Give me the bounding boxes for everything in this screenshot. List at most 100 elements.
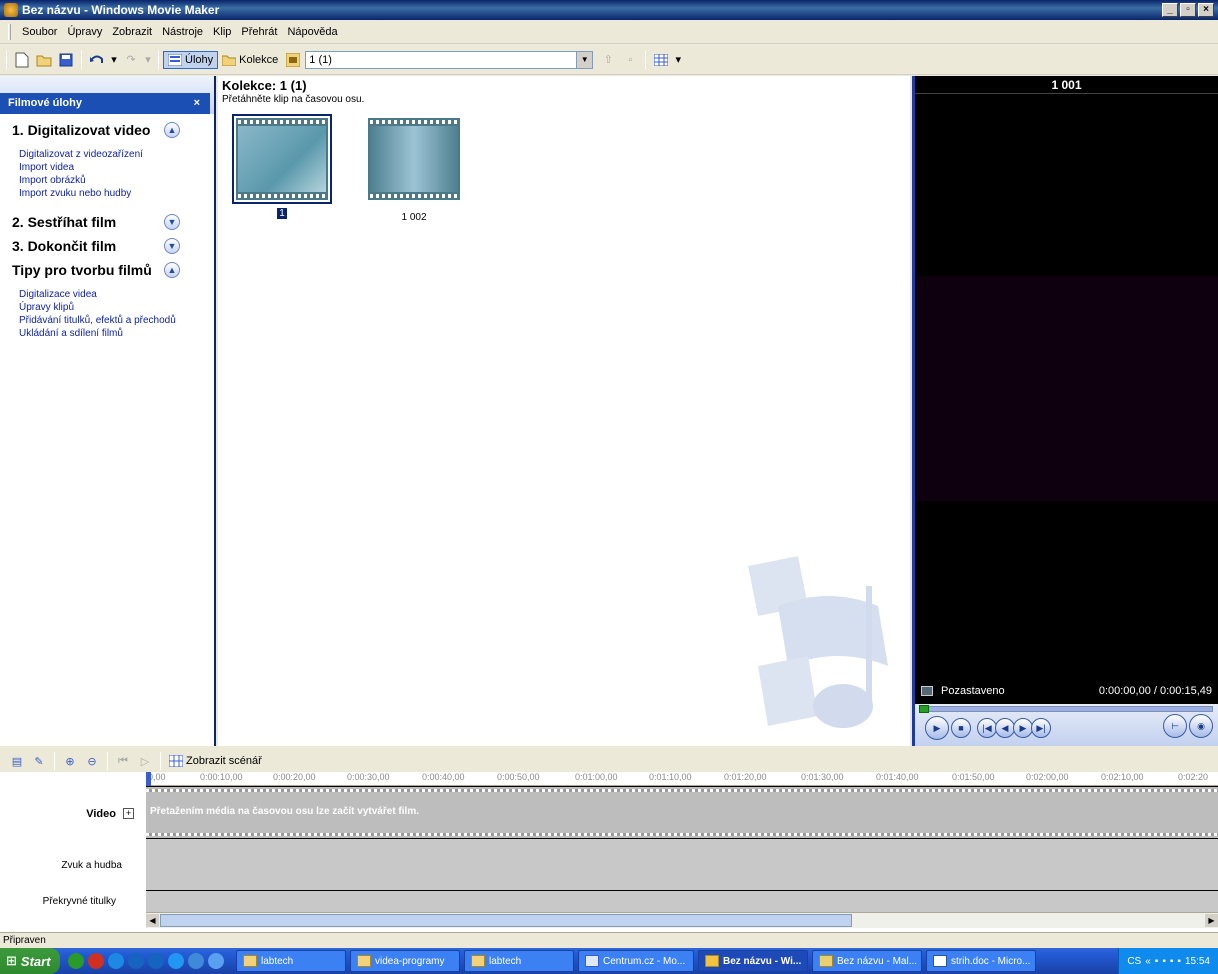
undo-icon[interactable]: [88, 51, 106, 69]
section-finish-movie[interactable]: 3. Dokončit film ▼: [0, 234, 214, 258]
rewind-icon[interactable]: |◀: [977, 718, 997, 738]
link-capture-from-device[interactable]: Digitalizovat z videozařízení: [0, 148, 214, 161]
menu-tools[interactable]: Nástroje: [157, 26, 208, 38]
clip-thumbnail[interactable]: [368, 118, 460, 200]
menu-file[interactable]: Soubor: [17, 26, 62, 38]
collections-button[interactable]: Kolekce: [218, 52, 282, 68]
zoom-out-icon[interactable]: ⊖: [83, 752, 101, 770]
chevron-down-icon[interactable]: ▼: [164, 214, 180, 230]
scroll-right-icon[interactable]: ▶: [1205, 914, 1218, 927]
show-storyboard-button[interactable]: Zobrazit scénář: [165, 753, 266, 769]
track-label-video: Video: [86, 808, 116, 820]
menu-help[interactable]: Nápověda: [282, 26, 342, 38]
app-icon: [4, 3, 18, 17]
taskbar-item[interactable]: Bez názvu - Mal...: [812, 950, 922, 972]
narrate-icon[interactable]: ✎: [30, 752, 48, 770]
audio-track[interactable]: [146, 838, 1218, 890]
video-track[interactable]: Přetažením média na časovou osu lze začí…: [146, 786, 1218, 838]
redo-icon[interactable]: ↷: [122, 51, 140, 69]
quicklaunch-icon[interactable]: [148, 953, 164, 969]
link-tip-save-share[interactable]: Ukládání a sdílení filmů: [0, 327, 214, 340]
redo-dropdown-icon[interactable]: ▾: [144, 51, 152, 69]
title-overlay-track[interactable]: [146, 890, 1218, 914]
menu-play[interactable]: Přehrát: [236, 26, 282, 38]
taskbar-item[interactable]: labtech: [236, 950, 346, 972]
tray-icon[interactable]: ▪: [1170, 956, 1174, 967]
timeline-scrollbar[interactable]: ◀ ▶: [146, 912, 1218, 928]
quicklaunch-icon[interactable]: [208, 953, 224, 969]
link-import-pictures[interactable]: Import obrázků: [0, 174, 214, 187]
chevron-left-icon[interactable]: «: [1145, 956, 1151, 967]
expand-icon[interactable]: +: [123, 808, 134, 819]
quicklaunch-icon[interactable]: [108, 953, 124, 969]
play-timeline-icon[interactable]: ▷: [136, 752, 154, 770]
minimize-button[interactable]: _: [1162, 3, 1178, 17]
menu-clip[interactable]: Klip: [208, 26, 236, 38]
tray-icon[interactable]: ▪: [1155, 956, 1159, 967]
views-dropdown-icon[interactable]: ▾: [674, 51, 682, 69]
quicklaunch-icon[interactable]: [128, 953, 144, 969]
zoom-in-icon[interactable]: ⊕: [61, 752, 79, 770]
taskbar-item[interactable]: strih.doc - Micro...: [926, 950, 1036, 972]
rewind-timeline-icon[interactable]: ⏮: [114, 752, 132, 770]
tray-icon[interactable]: ▪: [1162, 956, 1166, 967]
menu-view[interactable]: Zobrazit: [107, 26, 157, 38]
close-icon[interactable]: ×: [194, 93, 200, 114]
new-collection-icon[interactable]: ▫: [621, 51, 639, 69]
views-icon[interactable]: [652, 51, 670, 69]
chevron-down-icon[interactable]: ▼: [576, 51, 593, 68]
play-icon[interactable]: ▶: [925, 716, 949, 740]
fast-forward-icon[interactable]: ▶|: [1031, 718, 1051, 738]
link-import-video[interactable]: Import videa: [0, 161, 214, 174]
language-icon[interactable]: CS: [1127, 956, 1141, 967]
restore-button[interactable]: ▫: [1180, 3, 1196, 17]
seek-bar[interactable]: [919, 705, 1213, 713]
quicklaunch-icon[interactable]: [68, 953, 84, 969]
save-icon[interactable]: [57, 51, 75, 69]
section-edit-movie[interactable]: 2. Sestříhat film ▼: [0, 210, 214, 234]
link-tip-edit-clips[interactable]: Úpravy klipů: [0, 301, 214, 314]
link-tip-titles-effects[interactable]: Přidávání titulků, efektů a přechodů: [0, 314, 214, 327]
taskbar-item[interactable]: videa-programy: [350, 950, 460, 972]
next-frame-icon[interactable]: ▶: [1013, 718, 1033, 738]
link-import-audio[interactable]: Import zvuku nebo hudby: [0, 187, 214, 200]
scroll-left-icon[interactable]: ◀: [146, 914, 159, 927]
clip-label[interactable]: 1 002: [368, 212, 460, 223]
stop-icon[interactable]: ■: [951, 718, 971, 738]
collection-selector[interactable]: 1 (1) ▼: [282, 49, 597, 71]
chevron-up-icon[interactable]: ▲: [164, 262, 180, 278]
start-button[interactable]: ⊞ Start: [0, 948, 60, 974]
undo-dropdown-icon[interactable]: ▾: [110, 51, 118, 69]
playhead[interactable]: [146, 772, 151, 786]
seek-handle[interactable]: [919, 705, 929, 713]
storyboard-icon[interactable]: ▤: [8, 752, 26, 770]
quicklaunch-icon[interactable]: [168, 953, 184, 969]
collection-icon: [286, 52, 301, 67]
clip-label[interactable]: 1: [236, 208, 328, 219]
new-icon[interactable]: [13, 51, 31, 69]
previous-frame-icon[interactable]: ◀: [995, 718, 1015, 738]
scrollbar-thumb[interactable]: [160, 914, 852, 927]
link-tip-capture[interactable]: Digitalizace videa: [0, 288, 214, 301]
quicklaunch-icon[interactable]: [188, 953, 204, 969]
taskbar-item[interactable]: Centrum.cz - Mo...: [578, 950, 694, 972]
collection-combo[interactable]: 1 (1) ▼: [305, 50, 594, 69]
section-title: Tipy pro tvorbu filmů: [12, 262, 152, 278]
section-capture-video[interactable]: 1. Digitalizovat video ▲: [0, 118, 214, 142]
tray-icon[interactable]: ▪: [1177, 956, 1181, 967]
quicklaunch-icon[interactable]: [88, 953, 104, 969]
menu-edit[interactable]: Úpravy: [62, 26, 107, 38]
up-level-icon[interactable]: ⇧: [599, 51, 617, 69]
split-clip-icon[interactable]: ⊢: [1163, 714, 1187, 738]
time-ruler[interactable]: 0,00 0:00:10,00 0:00:20,00 0:00:30,00 0:…: [146, 772, 1218, 786]
clip-thumbnail[interactable]: [232, 114, 332, 204]
taskbar-item[interactable]: Bez názvu - Wi...: [698, 950, 808, 972]
taskbar-item[interactable]: labtech: [464, 950, 574, 972]
snapshot-icon[interactable]: ◉: [1189, 714, 1213, 738]
chevron-down-icon[interactable]: ▼: [164, 238, 180, 254]
chevron-up-icon[interactable]: ▲: [164, 122, 180, 138]
open-icon[interactable]: [35, 51, 53, 69]
close-button[interactable]: ×: [1198, 3, 1214, 17]
tasks-button[interactable]: Úlohy: [163, 50, 219, 69]
section-tips[interactable]: Tipy pro tvorbu filmů ▲: [0, 258, 214, 282]
